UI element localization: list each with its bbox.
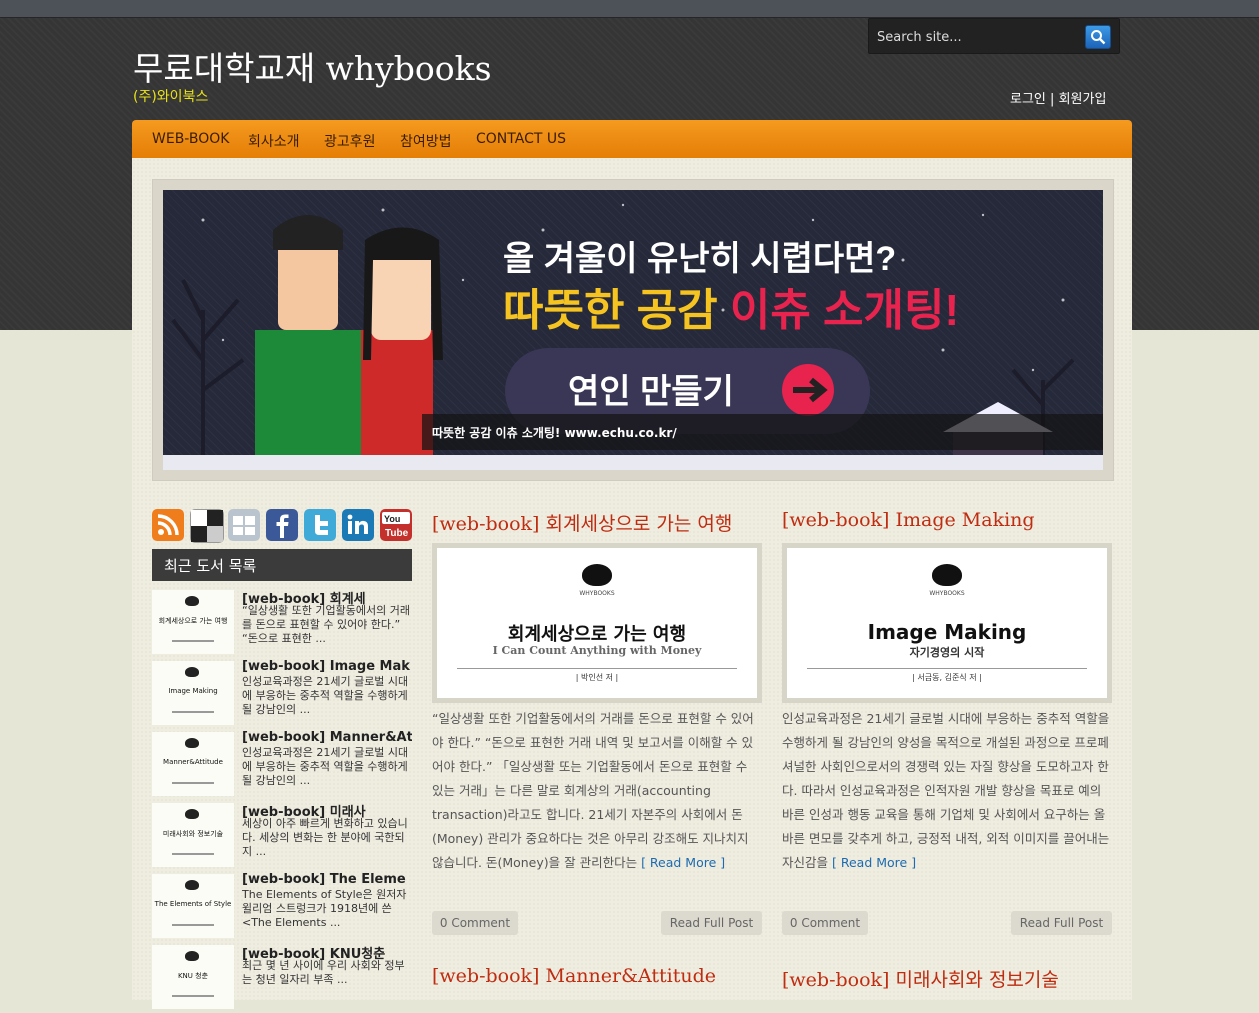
- book-thumbnail-title: The Elements of Style: [154, 900, 232, 908]
- nav-item-contact[interactable]: CONTACT US: [476, 131, 566, 147]
- sidebar-book-item[interactable]: 회계세상으로 가는 여행 [web-book] 회계세 “일상생활 또한 기업활…: [152, 588, 412, 658]
- read-more-link[interactable]: [ Read More ]: [641, 855, 725, 870]
- post-cover[interactable]: WHYBOOKS 회계세상으로 가는 여행 I Can Count Anythi…: [432, 543, 762, 703]
- sidebar-title-text: 최근 도서 목록: [164, 557, 257, 575]
- search-input[interactable]: [875, 26, 1084, 48]
- site-title[interactable]: 무료대학교재 whybooks: [133, 42, 492, 90]
- post-title[interactable]: [web-book] 회계세상으로 가는 여행: [432, 509, 732, 536]
- svg-text:You: You: [384, 514, 400, 524]
- post-cover[interactable]: WHYBOOKS Image Making 자기경영의 시작 | 서금동, 김준…: [782, 543, 1112, 703]
- book-thumbnail[interactable]: The Elements of Style: [152, 874, 234, 938]
- book-thumbnail[interactable]: Image Making: [152, 661, 234, 725]
- read-more-link[interactable]: [ Read More ]: [832, 855, 916, 870]
- banner-headline-2: 따뜻한 공감 이츄 소개팅!: [503, 286, 959, 335]
- banner-button-label: 연인 만들기: [568, 373, 734, 411]
- cover-title: 회계세상으로 가는 여행: [507, 624, 687, 645]
- auth-links: 로그인 | 회원가입: [1010, 88, 1106, 107]
- nav-item-company[interactable]: 회사소개: [248, 131, 300, 151]
- cover-subtitle: I Can Count Anything with Money: [492, 644, 702, 657]
- cover-logo-text: WHYBOOKS: [929, 590, 965, 597]
- cover-author: | 박인선 저 |: [575, 673, 619, 682]
- linkedin-icon[interactable]: [342, 509, 374, 541]
- svg-text:Tube: Tube: [385, 528, 409, 539]
- delicious-icon[interactable]: [190, 509, 224, 543]
- book-thumbnail-title: 미래사회와 정보기술: [162, 830, 224, 838]
- book-thumbnail[interactable]: 회계세상으로 가는 여행: [152, 590, 234, 654]
- slider-caption: 따뜻한 공감 이츄 소개팅! www.echu.co.kr/: [422, 414, 1103, 450]
- signup-link[interactable]: 회원가입: [1059, 92, 1107, 107]
- sidebar-book-item[interactable]: Manner&Attitude [web-book] Manner&At 인성교…: [152, 730, 412, 800]
- twitter-icon[interactable]: [304, 509, 336, 541]
- book-excerpt: 인성교육과정은 21세기 글로벌 시대에 부응하는 중추적 역할을 수행하게 될…: [242, 675, 409, 716]
- book-excerpt: 최근 몇 년 사이에 우리 사회와 정부는 청년 일자리 부족 ...: [242, 959, 405, 986]
- slider-caption-text: 따뜻한 공감 이츄 소개팅! www.echu.co.kr/: [432, 426, 677, 440]
- comment-count-button[interactable]: 0 Comment: [432, 911, 518, 935]
- book-thumbnail[interactable]: 미래사회와 정보기술: [152, 803, 234, 867]
- read-full-post-button[interactable]: Read Full Post: [1011, 911, 1112, 935]
- comment-count-button[interactable]: 0 Comment: [782, 911, 868, 935]
- book-thumbnail-title: KNU 청춘: [177, 972, 209, 980]
- banner-headline-1: 올 겨울이 유난히 시렵다면?: [503, 240, 896, 278]
- sidebar-title: 최근 도서 목록: [152, 549, 412, 581]
- nav-item-participate[interactable]: 참여방법: [400, 131, 452, 151]
- top-strip: [0, 0, 1259, 18]
- post-excerpt: 인성교육과정은 21세기 글로벌 시대에 부응하는 중추적 역할을 수행하게 될…: [782, 707, 1112, 875]
- cover-title: Image Making: [867, 620, 1027, 644]
- post-title[interactable]: [web-book] 미래사회와 정보기술: [782, 965, 1059, 992]
- book-title[interactable]: [web-book] The Eleme: [242, 872, 412, 887]
- book-thumbnail-title: Image Making: [168, 687, 218, 695]
- site-subtitle: (주)와이북스: [133, 89, 209, 105]
- rss-icon[interactable]: [152, 509, 184, 541]
- book-excerpt: 인성교육과정은 21세기 글로벌 시대에 부응하는 중추적 역할을 수행하게 될…: [242, 746, 409, 787]
- banner-image[interactable]: 올 겨울이 유난히 시렵다면? 따뜻한 공감 이츄 소개팅! 연인 만들기 따뜻…: [163, 190, 1103, 470]
- featured-slider: 올 겨울이 유난히 시렵다면? 따뜻한 공감 이츄 소개팅! 연인 만들기 따뜻…: [152, 179, 1114, 481]
- post-excerpt-text: “일상생활 또한 기업활동에서의 거래를 돈으로 표현할 수 있어야 한다.” …: [432, 711, 754, 870]
- sidebar-book-item[interactable]: KNU 청춘 [web-book] KNU청춘 최근 몇 년 사이에 우리 사회…: [152, 943, 412, 1013]
- book-thumbnail[interactable]: Manner&Attitude: [152, 732, 234, 796]
- book-thumbnail[interactable]: KNU 청춘: [152, 945, 234, 1009]
- book-thumbnail-title: 회계세상으로 가는 여행: [158, 617, 228, 625]
- facebook-icon[interactable]: [266, 509, 298, 541]
- nav-item-ads[interactable]: 광고후원: [324, 131, 376, 151]
- youtube-icon[interactable]: You Tube: [380, 509, 412, 541]
- sidebar-book-item[interactable]: 미래사회와 정보기술 [web-book] 미래사 세상이 아주 빠르게 변화하…: [152, 801, 412, 871]
- cover-subtitle: 자기경영의 시작: [909, 646, 985, 659]
- book-excerpt: “일상생활 또한 기업활동에서의 거래를 돈으로 표현할 수 있어야 한다.” …: [242, 604, 410, 645]
- post-excerpt-text: 인성교육과정은 21세기 글로벌 시대에 부응하는 중추적 역할을 수행하게 될…: [782, 711, 1110, 870]
- cover-author: | 서금동, 김준식 저 |: [912, 673, 982, 682]
- book-title[interactable]: [web-book] Manner&At: [242, 730, 412, 745]
- post-title[interactable]: [web-book] Manner&Attitude: [432, 965, 716, 987]
- auth-separator: |: [1050, 92, 1055, 107]
- search-icon: [1091, 30, 1106, 45]
- nav-item-web-book[interactable]: WEB-BOOK: [152, 131, 229, 147]
- login-link[interactable]: 로그인: [1010, 92, 1046, 107]
- sidebar-book-item[interactable]: The Elements of Style [web-book] The Ele…: [152, 872, 412, 942]
- book-thumbnail-title: Manner&Attitude: [163, 758, 223, 766]
- main-nav: WEB-BOOK 회사소개 광고후원 참여방법 CONTACT US: [132, 120, 1132, 158]
- book-excerpt: 세상이 아주 빠르게 변화하고 있습니다. 세상의 변화는 한 분야에 국한되지…: [242, 817, 408, 858]
- book-title[interactable]: [web-book] Image Mak: [242, 659, 412, 674]
- book-excerpt: The Elements of Style은 원저자 윌리엄 스트렁크가 191…: [242, 888, 407, 929]
- sidebar-book-item[interactable]: Image Making [web-book] Image Mak 인성교육과정…: [152, 659, 412, 729]
- whybooks-logo: [932, 564, 962, 586]
- whybooks-logo: [582, 564, 612, 586]
- search-box: [868, 18, 1120, 54]
- post-excerpt: “일상생활 또한 기업활동에서의 거래를 돈으로 표현할 수 있어야 한다.” …: [432, 707, 762, 875]
- post-title[interactable]: [web-book] Image Making: [782, 509, 1035, 531]
- digg-icon[interactable]: [228, 509, 260, 541]
- cover-logo-text: WHYBOOKS: [579, 590, 615, 597]
- search-button[interactable]: [1085, 25, 1111, 49]
- read-full-post-button[interactable]: Read Full Post: [661, 911, 762, 935]
